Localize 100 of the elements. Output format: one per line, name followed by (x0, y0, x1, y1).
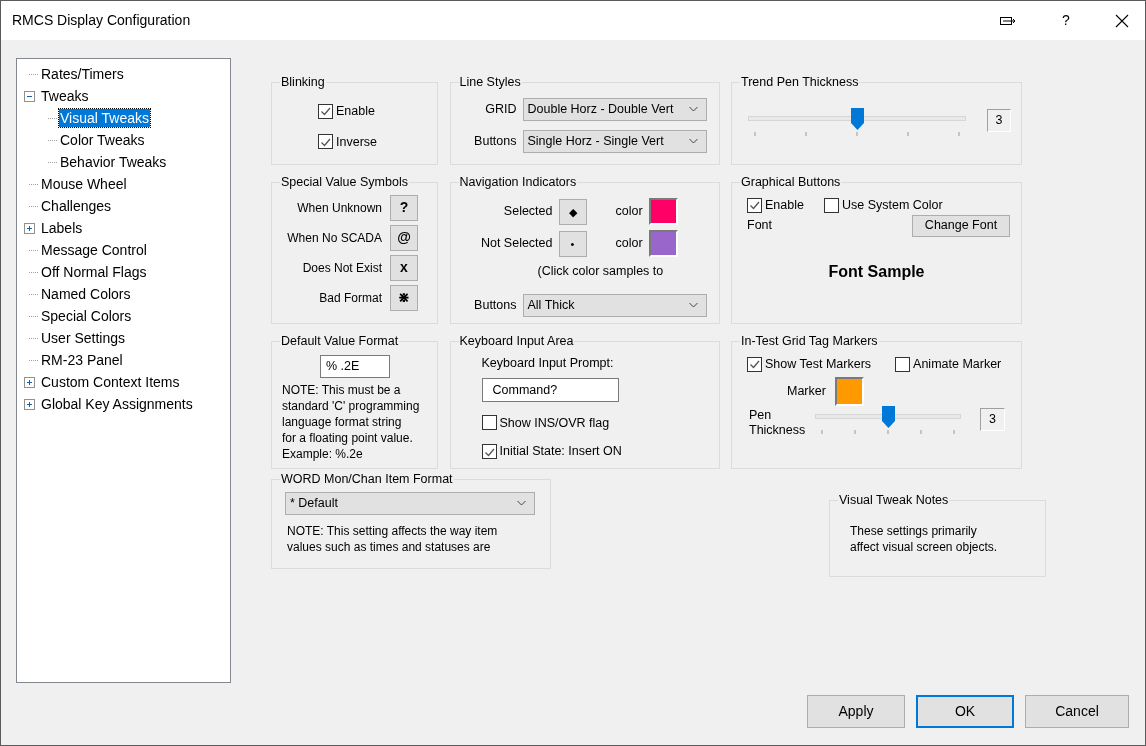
chevron-down-icon (688, 302, 698, 308)
checkbox[interactable] (823, 197, 839, 213)
group-title: In-Test Grid Tag Markers (740, 333, 879, 350)
close-icon (1115, 13, 1129, 28)
checkmark-icon (749, 359, 760, 370)
expand-toggle[interactable] (24, 376, 35, 388)
symbol-label: When No SCADA (287, 229, 382, 247)
checkbox-label: Use System Color (841, 196, 943, 214)
slider-thumb[interactable] (882, 405, 895, 428)
checkbox-label: Initial State: Insert ON (499, 443, 622, 461)
note-text: These settings primarily affect visual screen objects. (850, 522, 999, 555)
checkbox[interactable] (747, 197, 762, 213)
tree-item[interactable]: Global Key Assignments (40, 395, 194, 413)
tree-item[interactable]: Visual Tweaks (59, 109, 150, 127)
color-label: color (615, 235, 643, 253)
dropdown[interactable]: * Default (285, 491, 535, 515)
dialog-button[interactable]: Cancel (1025, 695, 1129, 728)
group-title: Trend Pen Thickness (740, 74, 860, 91)
tree-item[interactable]: User Settings (40, 329, 127, 347)
chevron-down-icon (517, 500, 526, 507)
slider[interactable] (815, 405, 961, 428)
symbol-button[interactable]: ◆ (558, 198, 587, 225)
checkbox-label: Enable (336, 102, 375, 120)
group-title: Line Styles (458, 74, 522, 91)
plus-icon (26, 224, 33, 232)
dropdown[interactable]: Double Horz - Double Vert (522, 97, 707, 121)
checkmark-icon (320, 106, 331, 117)
help-button[interactable]: ? (1043, 1, 1089, 40)
checkmark-icon (320, 136, 331, 147)
expand-toggle[interactable] (24, 222, 35, 234)
checkbox[interactable] (318, 134, 333, 150)
group-title: Visual Tweak Notes (838, 492, 950, 509)
color-swatch[interactable] (648, 198, 678, 226)
color-swatch[interactable] (648, 230, 678, 258)
checkbox[interactable] (481, 444, 497, 460)
chevron-down-icon (688, 106, 698, 113)
plus-icon (26, 400, 33, 408)
field-label: GRID (484, 100, 517, 118)
expand-toggle[interactable] (24, 398, 35, 410)
checkbox[interactable] (481, 415, 497, 431)
plus-icon (26, 378, 33, 386)
symbol-button[interactable]: ⋇ (390, 284, 418, 311)
tree-item[interactable]: Message Control (40, 241, 148, 259)
dropdown[interactable]: Single Horz - Single Vert (522, 129, 707, 153)
indicator-label: Not Selected (479, 235, 553, 253)
collapse-toggle[interactable] (24, 90, 35, 102)
tree-item[interactable]: Labels (40, 219, 84, 237)
checkbox-label: Enable (765, 196, 804, 214)
dropdown[interactable]: All Thick (522, 293, 707, 317)
checkbox[interactable] (747, 356, 762, 372)
checkbox-label: Inverse (336, 133, 377, 151)
tree-item[interactable]: Challenges (40, 197, 113, 215)
symbol-label: When Unknown (297, 199, 382, 217)
dialog-button[interactable]: OK (916, 695, 1014, 728)
group-title: Special Value Symbols (280, 174, 409, 191)
symbol-button[interactable]: ? (390, 194, 418, 221)
symbol-button[interactable]: x (390, 254, 418, 281)
checkbox-label: Animate Marker (913, 355, 1002, 373)
field-label: Font (747, 216, 772, 234)
field-label: Buttons (473, 296, 517, 314)
window-title: RMCS Display Configuration (12, 11, 192, 30)
text-field[interactable]: Command? (481, 377, 619, 402)
checkbox-label: Show INS/OVR flag (499, 414, 610, 432)
field-label: Keyboard Input Prompt: (481, 354, 615, 372)
tree-item[interactable]: Rates/Timers (40, 65, 125, 83)
window-dock-icon (1000, 14, 1016, 27)
slider-thumb[interactable] (851, 107, 864, 130)
symbol-button[interactable]: • (558, 230, 587, 257)
group-title: Default Value Format (280, 333, 400, 350)
value-display: 3 (980, 407, 1005, 431)
tree-item[interactable]: Tweaks (40, 87, 90, 105)
change-font-button[interactable]: Change Font (912, 214, 1010, 237)
color-swatch[interactable] (834, 376, 864, 406)
hint-text: (Click color samples to (536, 262, 665, 280)
group-title: Graphical Buttons (740, 174, 842, 191)
checkbox[interactable] (318, 103, 333, 119)
checkbox[interactable] (895, 356, 911, 372)
symbol-button[interactable]: @ (390, 224, 418, 251)
group-title: Blinking (280, 74, 326, 91)
value-display: 3 (987, 108, 1011, 132)
checkbox-label: Show Test Markers (765, 355, 872, 373)
dialog-button[interactable]: Apply (807, 695, 905, 728)
tree-item[interactable]: Named Colors (40, 285, 132, 303)
tree-item[interactable]: Special Colors (40, 307, 133, 325)
slider[interactable] (748, 107, 966, 130)
chevron-down-icon (688, 138, 698, 145)
group-title: WORD Mon/Chan Item Format (280, 471, 454, 488)
tree-item[interactable]: Off Normal Flags (40, 263, 148, 281)
tree-item[interactable]: RM-23 Panel (40, 351, 124, 369)
field-label: Buttons (473, 132, 517, 150)
tree-item[interactable]: Mouse Wheel (40, 175, 128, 193)
tree-item[interactable]: Custom Context Items (40, 373, 181, 391)
color-label: color (615, 203, 643, 221)
field-label: Marker (787, 382, 826, 400)
group-title: Keyboard Input Area (458, 333, 575, 350)
symbol-label: Bad Format (319, 289, 382, 307)
text-field[interactable]: % .2E (320, 354, 390, 378)
tree-item[interactable]: Color Tweaks (59, 131, 146, 149)
tree-item[interactable]: Behavior Tweaks (59, 153, 168, 171)
font-sample-text: Font Sample (827, 261, 926, 282)
